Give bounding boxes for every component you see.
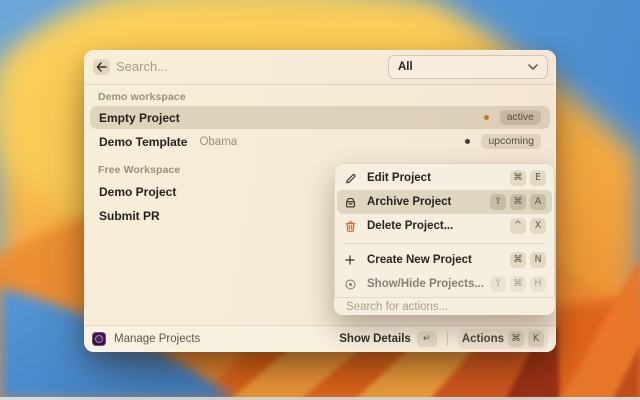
back-button[interactable] — [93, 59, 110, 75]
archive-box-icon — [343, 195, 357, 209]
status-dot — [465, 139, 471, 144]
search-bar: Search... All — [84, 50, 556, 84]
status-badge: upcoming — [481, 134, 541, 149]
actions-label: Actions — [461, 333, 504, 345]
section-header-demo-workspace: Demo workspace — [98, 91, 186, 103]
keycap: ⌘ — [510, 252, 526, 268]
actions-search-input[interactable]: Search for actions... — [334, 297, 555, 315]
status-dot — [483, 115, 489, 120]
menu-divider — [344, 243, 545, 244]
app-chip: Manage Projects — [92, 332, 339, 346]
arrow-left-icon — [96, 62, 107, 72]
keycap: ⌘ — [510, 194, 526, 210]
list-item-empty-project[interactable]: Empty Project active — [90, 106, 550, 129]
return-keycap: ↵ — [416, 331, 437, 347]
item-title: Empty Project — [99, 110, 180, 125]
search-divider — [84, 84, 556, 85]
menu-item-create-new-project[interactable]: Create New Project ⌘ N — [337, 248, 552, 272]
menu-item-delete-project[interactable]: Delete Project... ^ X — [337, 214, 552, 238]
eye-icon — [343, 277, 357, 291]
item-title: Demo Template — [99, 134, 188, 149]
list-item-demo-template[interactable]: Demo Template Obama upcoming — [90, 130, 550, 153]
keycap: H — [530, 276, 546, 292]
show-details-label: Show Details — [339, 333, 411, 345]
filter-value: All — [398, 61, 413, 73]
filter-dropdown[interactable]: All — [388, 55, 548, 79]
menu-item-edit-project[interactable]: Edit Project ⌘ E — [337, 166, 552, 190]
footer-divider — [446, 332, 448, 346]
menu-item-label: Edit Project — [367, 172, 431, 184]
menu-item-show-hide-projects[interactable]: Show/Hide Projects... ⇧ ⌘ H — [337, 272, 552, 296]
keycap: ⇧ — [490, 194, 506, 210]
chevron-down-icon — [528, 64, 538, 70]
app-label: Manage Projects — [114, 333, 201, 345]
keycap: A — [530, 194, 546, 210]
item-subtitle: Obama — [199, 135, 238, 148]
menu-item-label: Delete Project... — [367, 220, 454, 232]
actions-menu: Edit Project ⌘ E Archive Project ⇧ ⌘ A D… — [334, 163, 555, 315]
manage-projects-app-icon — [92, 332, 106, 346]
actions-button[interactable]: Actions ⌘ K — [457, 329, 548, 349]
plus-icon — [343, 253, 357, 267]
menu-item-label: Show/Hide Projects... — [367, 278, 484, 290]
keycap: E — [530, 170, 546, 186]
menu-item-archive-project[interactable]: Archive Project ⇧ ⌘ A — [337, 190, 552, 214]
k-keycap: K — [528, 331, 544, 347]
search-input[interactable]: Search... — [116, 50, 168, 84]
footer-bar: Manage Projects Show Details ↵ Actions ⌘… — [84, 325, 556, 352]
keycap: ⇧ — [490, 276, 506, 292]
keycap: ⌘ — [510, 170, 526, 186]
launcher-window: Search... All Demo workspace Empty Proje… — [84, 50, 556, 352]
keycap: ⌘ — [510, 276, 526, 292]
pencil-icon — [343, 171, 357, 185]
item-title: Demo Project — [99, 184, 177, 199]
section-header-free-workspace: Free Workspace — [98, 164, 181, 176]
keycap: ^ — [510, 218, 526, 234]
keycap: X — [530, 218, 546, 234]
keycap: N — [530, 252, 546, 268]
cmd-keycap: ⌘ — [508, 331, 524, 347]
menu-item-label: Archive Project — [367, 196, 452, 208]
menu-item-label: Create New Project — [367, 254, 472, 266]
status-badge: active — [499, 110, 541, 125]
show-details-button[interactable]: Show Details ↵ — [339, 331, 437, 347]
trash-icon — [343, 219, 357, 233]
item-title: Submit PR — [99, 208, 160, 223]
